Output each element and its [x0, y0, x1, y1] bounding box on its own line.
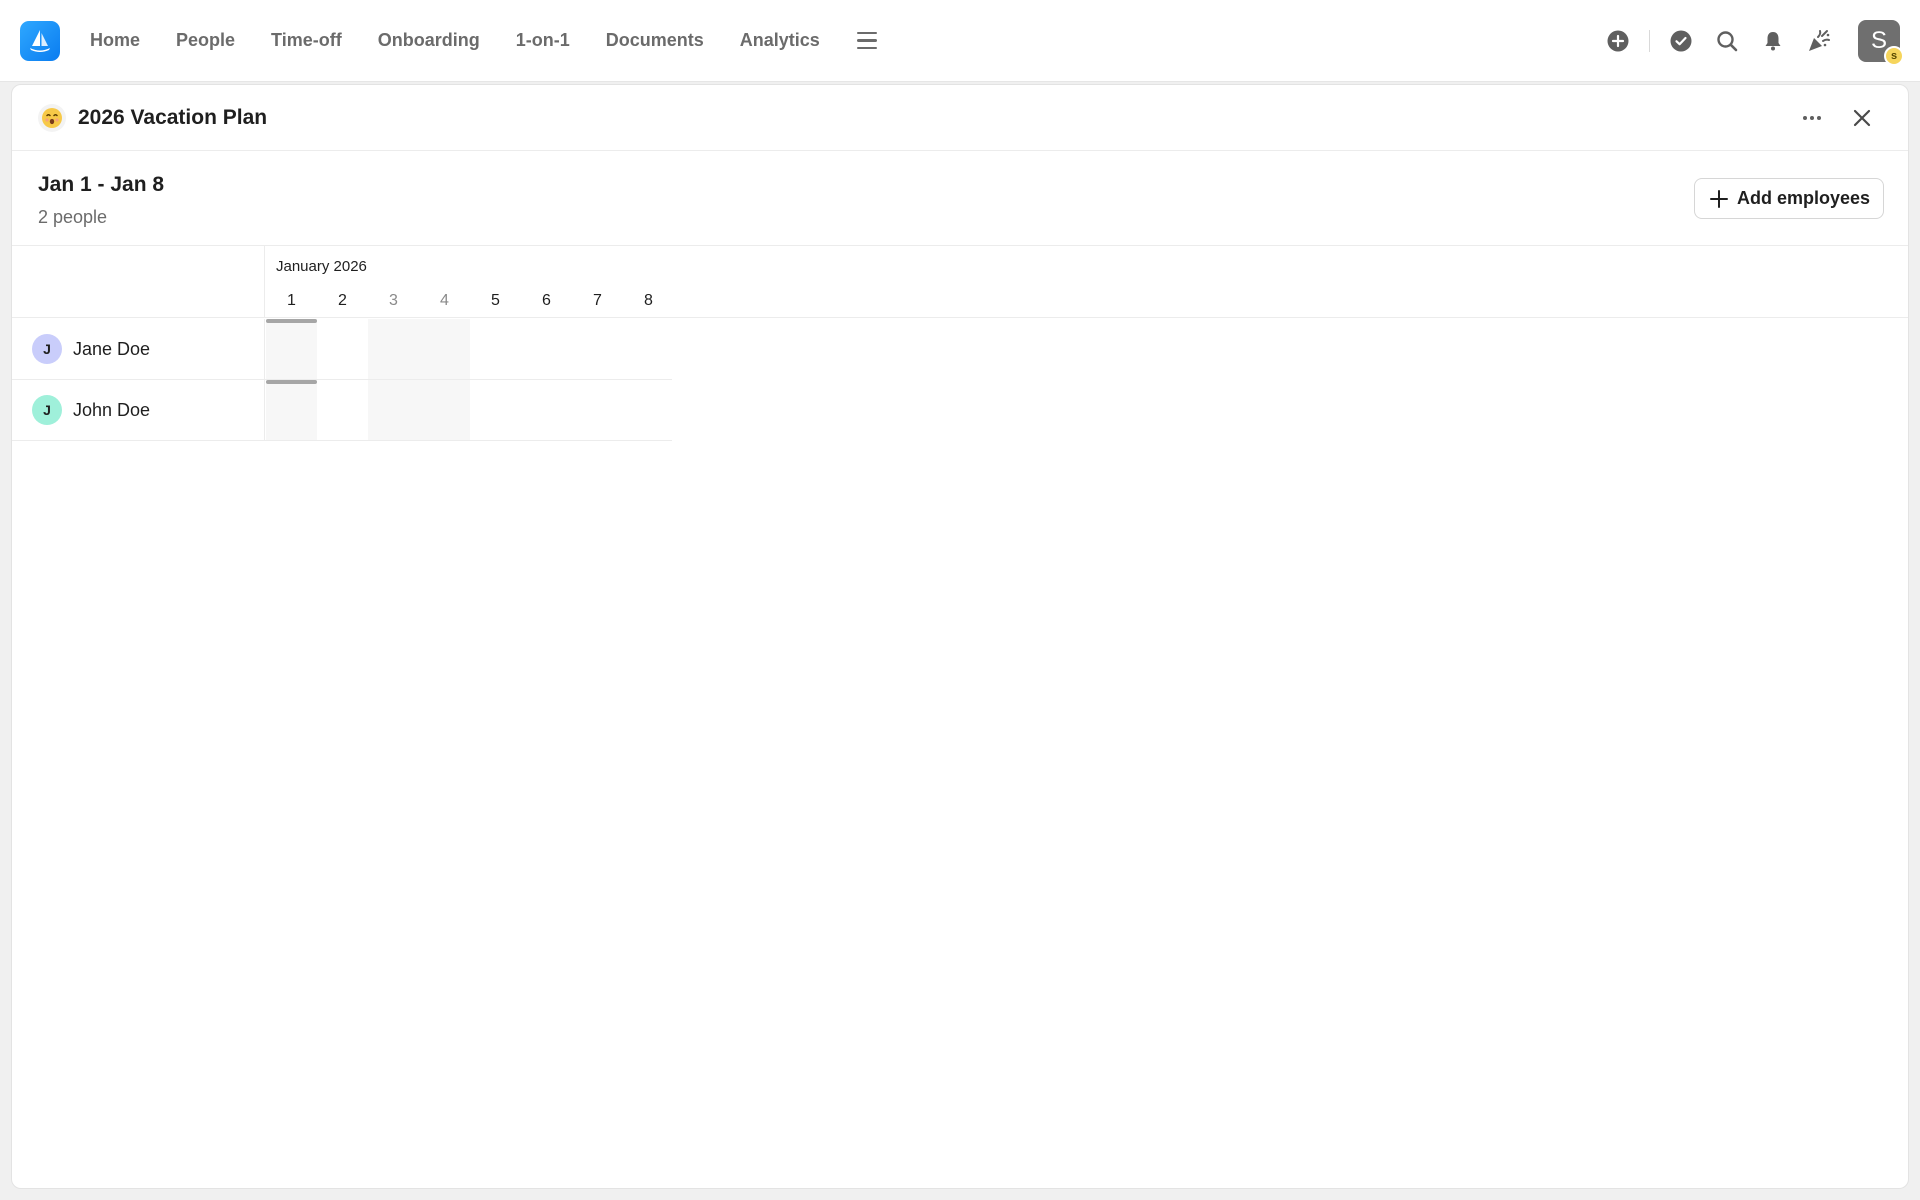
employee-name-cell[interactable]: J Jane Doe [12, 319, 265, 379]
top-navigation: Home People Time-off Onboarding 1-on-1 D… [0, 0, 1920, 82]
employee-name-cell[interactable]: J John Doe [12, 380, 265, 440]
day-header: 2 [338, 292, 347, 309]
employee-row: J Jane Doe [12, 319, 672, 380]
month-label: January 2026 [276, 258, 367, 275]
more-options-icon[interactable] [1796, 102, 1828, 134]
panel-header: 2026 Vacation Plan [12, 85, 1908, 151]
nav-documents[interactable]: Documents [588, 30, 722, 51]
day-cell-holiday[interactable] [266, 380, 317, 440]
add-circle-icon[interactable] [1603, 26, 1633, 56]
day-cell[interactable] [470, 319, 521, 379]
holiday-marker [266, 319, 317, 323]
nav-one-on-one[interactable]: 1-on-1 [498, 30, 588, 51]
nav-divider [1649, 30, 1650, 52]
day-cell[interactable] [470, 380, 521, 440]
app-logo-icon[interactable] [20, 20, 60, 61]
nav-onboarding[interactable]: Onboarding [360, 30, 498, 51]
search-icon[interactable] [1712, 26, 1742, 56]
plan-emoji-icon [38, 103, 66, 132]
day-header: 1 [287, 292, 296, 309]
date-range-bar: Jan 1 - Jan 8 2 people Add employees [12, 151, 1908, 246]
nav-home[interactable]: Home [72, 30, 158, 51]
day-cell[interactable] [572, 319, 623, 379]
nav-people[interactable]: People [158, 30, 253, 51]
day-cell[interactable] [623, 380, 674, 440]
day-cell-holiday[interactable] [266, 319, 317, 379]
day-cell-weekend[interactable] [419, 319, 470, 379]
day-header: 5 [491, 292, 500, 309]
nav-links: Home People Time-off Onboarding 1-on-1 D… [72, 30, 838, 51]
day-header-weekend: 3 [389, 292, 398, 309]
people-count: 2 people [38, 207, 108, 227]
day-cell-weekend[interactable] [419, 380, 470, 440]
employee-name: John Doe [73, 399, 151, 420]
add-employees-button[interactable]: Add employees [1693, 178, 1884, 219]
employee-name: Jane Doe [73, 338, 151, 359]
day-header-weekend: 4 [440, 292, 449, 309]
panel-actions [1778, 85, 1878, 151]
close-icon[interactable] [1846, 102, 1878, 134]
panel-title: 2026 Vacation Plan [78, 105, 268, 129]
hamburger-menu-icon[interactable] [854, 28, 880, 54]
day-header: 6 [542, 292, 551, 309]
user-status-badge: s [1884, 46, 1904, 66]
vacation-plan-panel: 2026 Vacation Plan Jan 1 - Jan 8 2 peopl… [11, 84, 1909, 1189]
day-header: 8 [644, 292, 653, 309]
day-cell[interactable] [317, 319, 368, 379]
holiday-marker [266, 380, 317, 384]
nav-actions: S s [1603, 0, 1904, 82]
nav-analytics[interactable]: Analytics [722, 30, 838, 51]
employee-row: J John Doe [12, 380, 672, 441]
bell-icon[interactable] [1758, 26, 1788, 56]
day-header: 7 [593, 292, 602, 309]
add-employees-label: Add employees [1736, 188, 1870, 208]
day-cell[interactable] [317, 380, 368, 440]
celebration-icon[interactable] [1804, 26, 1834, 56]
calendar-header: January 2026 1 2 3 4 5 6 7 8 [12, 246, 1908, 318]
day-cell[interactable] [623, 319, 674, 379]
nav-time-off[interactable]: Time-off [253, 30, 360, 51]
day-cell-weekend[interactable] [368, 380, 419, 440]
day-cell-weekend[interactable] [368, 319, 419, 379]
date-range-title: Jan 1 - Jan 8 [38, 173, 165, 196]
user-avatar[interactable]: S s [1858, 20, 1904, 66]
employee-column-header [12, 246, 265, 318]
employee-avatar: J [32, 334, 62, 364]
check-circle-icon[interactable] [1666, 26, 1696, 56]
plus-icon [1709, 189, 1728, 208]
day-cell[interactable] [521, 319, 572, 379]
day-cell[interactable] [521, 380, 572, 440]
day-cell[interactable] [572, 380, 623, 440]
employee-avatar: J [32, 395, 62, 425]
